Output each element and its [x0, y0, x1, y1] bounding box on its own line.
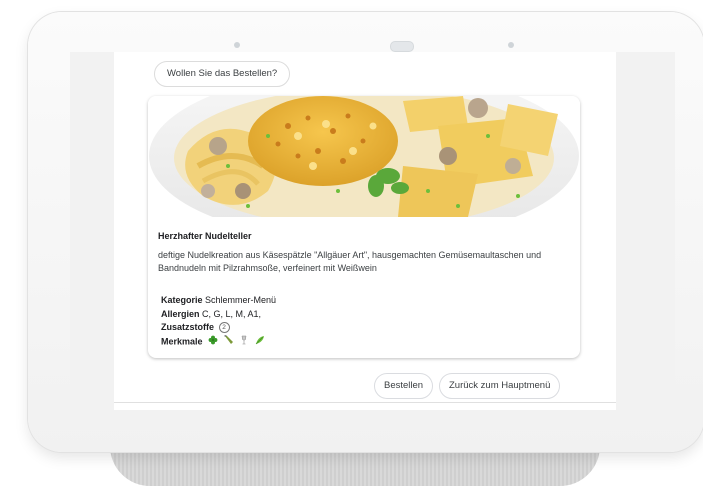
- features-row: Merkmale: [161, 334, 276, 350]
- order-button[interactable]: Bestellen: [374, 373, 434, 399]
- dish-description: deftige Nudelkreation aus Käsespätzle "A…: [158, 250, 542, 273]
- dish-title: Herzhafter Nudelteller: [158, 231, 252, 241]
- display-screen: Wollen Sie das Bestellen? Herzhafter Nud…: [70, 52, 675, 410]
- action-bar: Bestellen Zurück zum Hauptmenü: [114, 370, 616, 403]
- category-label: Kategorie: [161, 295, 203, 305]
- additives-row: Zusatzstoffe 2: [161, 321, 276, 335]
- dish-card: Herzhafter Nudelteller deftige Nudelkrea…: [148, 96, 580, 358]
- allergens-row: Allergien C, G, L, M, A1,: [161, 308, 276, 322]
- additives-label: Zusatzstoffe: [161, 322, 215, 332]
- content-panel: Wollen Sie das Bestellen? Herzhafter Nud…: [114, 52, 616, 410]
- dish-attributes: Kategorie Schlemmer-Menü Allergien C, G,…: [161, 294, 276, 349]
- features-label: Merkmale: [161, 336, 203, 347]
- allergens-label: Allergien: [161, 308, 200, 319]
- back-to-main-menu-button[interactable]: Zurück zum Hauptmenü: [439, 373, 561, 399]
- clover-icon: [208, 335, 218, 350]
- wine-glass-icon: [239, 335, 249, 350]
- category-value: Schlemmer-Menü: [205, 295, 277, 305]
- herb-leaf-icon: [255, 335, 265, 350]
- allergens-value: C, G, L, M, A1,: [202, 308, 262, 319]
- dish-photo: [148, 96, 580, 217]
- order-question-chip[interactable]: Wollen Sie das Bestellen?: [154, 61, 291, 87]
- wine-bottle-icon: [224, 334, 234, 350]
- additive-number-badge: 2: [218, 322, 230, 334]
- category-row: Kategorie Schlemmer-Menü: [161, 294, 276, 308]
- light-sensor-right: [508, 42, 514, 48]
- speaker-base: [110, 446, 600, 486]
- camera-mic-icon: [390, 41, 414, 52]
- light-sensor-left: [234, 42, 240, 48]
